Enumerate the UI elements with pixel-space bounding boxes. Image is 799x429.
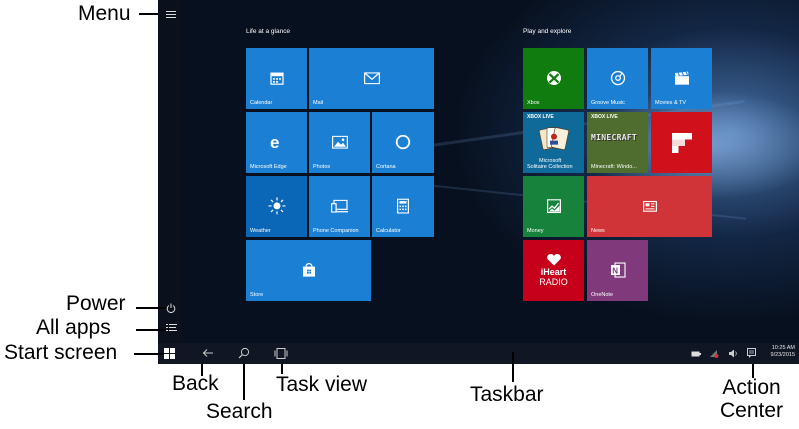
news-icon — [642, 200, 657, 212]
tile-phone-companion[interactable]: Phone Companion — [309, 176, 370, 237]
onenote-icon: N — [610, 261, 626, 278]
tile-money[interactable]: Money — [523, 176, 584, 237]
tile-label: Photos — [313, 164, 331, 170]
tile-label: Cortana — [376, 164, 396, 170]
tile-label: Calendar — [250, 100, 273, 106]
search-icon[interactable] — [238, 347, 250, 359]
annotation-search: Search — [206, 400, 273, 423]
tile-calendar[interactable]: Calendar — [246, 48, 307, 109]
tile-label: Xbox — [527, 100, 540, 106]
start-sidebar — [158, 0, 182, 343]
tile-news[interactable]: News — [587, 176, 712, 237]
calendar-icon — [269, 72, 284, 85]
task-view-icon[interactable] — [274, 348, 288, 359]
tile-label-line2: Solitaire Collection — [527, 164, 573, 170]
annotation-pointer-taskbar — [512, 352, 514, 382]
taskbar: 10:25 AM 9/23/2015 — [158, 343, 799, 364]
tile-mail[interactable]: Mail — [309, 48, 434, 109]
all-apps-icon[interactable] — [166, 323, 177, 333]
windows-logo-icon[interactable] — [164, 348, 175, 359]
annotation-menu: Menu — [78, 2, 131, 25]
tile-calculator[interactable]: Calculator — [372, 176, 434, 237]
store-icon — [302, 262, 315, 277]
tile-store[interactable]: Store — [246, 240, 371, 301]
battery-icon[interactable] — [691, 351, 701, 357]
annotation-action-center: Action Center — [720, 376, 783, 422]
annotation-taskbar: Taskbar — [470, 383, 544, 406]
tile-label: Calculator — [376, 228, 401, 234]
annotation-pointer-menu — [139, 13, 158, 15]
tile-photos[interactable]: Photos — [309, 112, 370, 173]
annotation-pointer-start-screen — [134, 353, 164, 355]
calculator-icon — [397, 198, 409, 214]
volume-icon[interactable] — [728, 349, 738, 358]
money-chart-icon — [546, 198, 561, 213]
tile-minecraft[interactable]: XBOX LIVE MINECRAFT Minecraft: Windo... — [587, 112, 648, 173]
mail-icon — [363, 71, 380, 84]
tile-label: Mail — [313, 100, 324, 106]
annotation-power: Power — [66, 292, 126, 315]
group-title-life-at-a-glance: Life at a glance — [246, 28, 291, 35]
annotation-pointer-all-apps — [136, 329, 166, 331]
phone-companion-icon — [330, 199, 348, 213]
tile-label: Movies & TV — [655, 100, 687, 106]
tile-label: Store — [250, 292, 264, 298]
tile-label: Groove Music — [591, 100, 625, 106]
iheart-line1: iHeart — [540, 267, 567, 277]
network-icon[interactable] — [709, 349, 719, 358]
xbox-icon — [546, 70, 561, 85]
annotation-back: Back — [172, 372, 219, 395]
cortana-icon — [395, 134, 411, 149]
tile-label: Money — [527, 228, 544, 234]
annotation-pointer-power — [136, 307, 166, 309]
edge-icon: e — [270, 134, 279, 150]
annotation-all-apps: All apps — [36, 316, 111, 339]
playing-cards-icon — [538, 126, 569, 150]
tile-microsoft-edge[interactable]: e Microsoft Edge — [246, 112, 307, 173]
tile-label: Minecraft: Windo... — [591, 164, 637, 170]
flipboard-icon — [671, 132, 692, 153]
groove-music-icon — [610, 70, 625, 85]
iheart-logo-icon — [546, 254, 561, 266]
action-center-icon[interactable] — [747, 348, 756, 359]
sun-icon — [268, 196, 285, 214]
photos-icon — [331, 135, 348, 149]
minecraft-logo: MINECRAFT — [591, 133, 638, 142]
tile-xbox[interactable]: Xbox — [523, 48, 584, 109]
xbox-live-badge: XBOX LIVE — [527, 114, 554, 120]
hamburger-menu-icon[interactable] — [166, 10, 176, 19]
tile-movies-tv[interactable]: Movies & TV — [651, 48, 712, 109]
start-screen: Life at a glance Play and explore Calend… — [158, 0, 799, 343]
tile-label: News — [591, 228, 605, 234]
back-arrow-icon[interactable] — [202, 348, 214, 358]
annotation-start-screen: Start screen — [4, 341, 118, 364]
svg-text:N: N — [612, 266, 618, 275]
group-title-play-and-explore: Play and explore — [523, 28, 572, 35]
clock-time: 10:25 AM — [771, 345, 795, 351]
annotation-task-view: Task view — [276, 373, 368, 396]
xbox-live-badge: XBOX LIVE — [591, 114, 618, 120]
tile-label: Weather — [250, 228, 271, 234]
annotation-pointer-search — [243, 364, 245, 400]
tile-groove-music[interactable]: Groove Music — [587, 48, 648, 109]
tile-microsoft-solitaire-collection[interactable]: XBOX LIVE Microsoft Solitaire Collection — [523, 112, 584, 173]
tile-flipboard[interactable] — [651, 112, 712, 173]
tile-weather[interactable]: Weather — [246, 176, 307, 237]
tile-onenote[interactable]: N OneNote — [587, 240, 648, 301]
clock[interactable]: 10:25 AM 9/23/2015 — [771, 345, 795, 359]
power-icon[interactable] — [166, 303, 176, 313]
svg-text:e: e — [270, 134, 279, 150]
clapperboard-icon — [674, 71, 689, 85]
annotation-action-center-line2: Center — [720, 399, 784, 422]
tile-iheartradio[interactable]: iHeart RADIO — [523, 240, 584, 301]
tile-label: OneNote — [591, 292, 614, 298]
clock-date: 9/23/2015 — [770, 352, 795, 358]
iheart-line2: RADIO — [539, 277, 568, 287]
tile-label: Microsoft Edge — [250, 164, 287, 170]
tile-cortana[interactable]: Cortana — [372, 112, 434, 173]
annotation-action-center-line1: Action — [722, 376, 781, 399]
tile-label: Phone Companion — [313, 228, 359, 234]
